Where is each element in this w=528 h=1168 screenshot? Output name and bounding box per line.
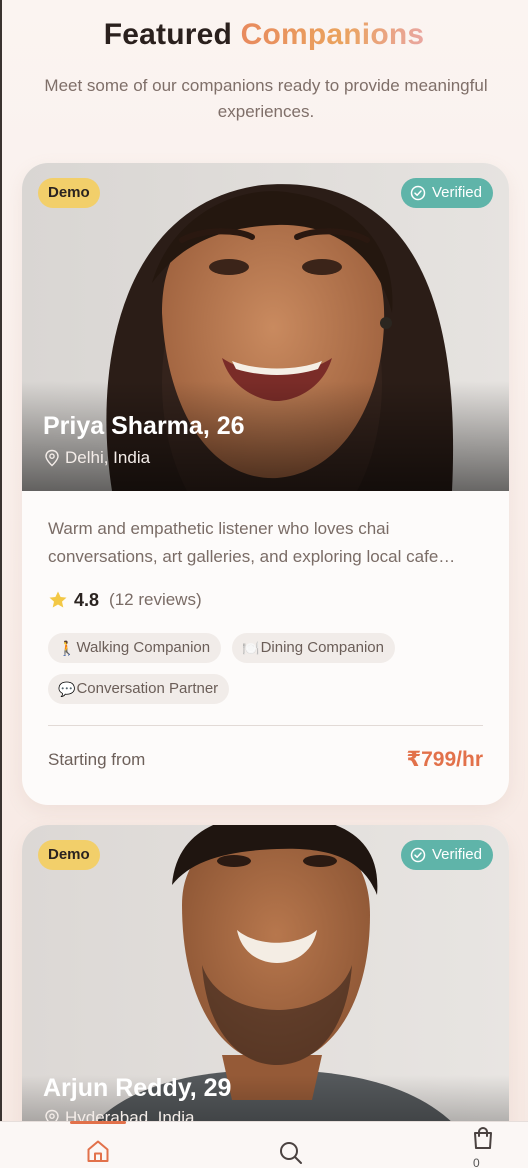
service-tags: 🚶 Walking Companion 🍽️ Dining Companion … xyxy=(48,633,488,704)
location-text: Delhi, India xyxy=(65,448,151,467)
rating-score: 4.8 xyxy=(74,589,100,610)
left-border xyxy=(0,0,2,1168)
bottom-nav: 0 xyxy=(0,1121,528,1168)
check-circle-icon xyxy=(410,185,426,201)
verified-label: Verified xyxy=(431,846,482,863)
location-pin-icon xyxy=(45,449,59,467)
bio-line: Warm and empathetic listener who loves c… xyxy=(48,519,390,538)
price-label: Starting from xyxy=(48,749,146,769)
verified-badge: Verified xyxy=(400,178,493,208)
page-subtitle: Meet some of our companions ready to pro… xyxy=(44,76,488,121)
plate-cutlery-icon: 🍽️ xyxy=(242,640,260,656)
tag-conversation-partner: 💬 Conversation Partner xyxy=(48,674,230,704)
home-icon xyxy=(87,1140,109,1162)
verified-label: Verified xyxy=(431,184,482,201)
companion-location: Delhi, India xyxy=(44,448,150,468)
companion-name: Arjun Reddy, 29 xyxy=(43,1074,232,1102)
tag-label: Conversation Partner xyxy=(76,680,219,697)
price-row: Starting from ₹799/hr xyxy=(48,747,483,772)
tag-label: Walking Companion xyxy=(76,639,211,656)
review-count[interactable]: (12 reviews) xyxy=(109,590,202,610)
price-value: ₹799/hr xyxy=(406,748,483,771)
companion-photo: Demo Verified Arjun Reddy, 29 Hyderabad,… xyxy=(22,825,509,1168)
verified-badge: Verified xyxy=(400,840,493,870)
star-icon xyxy=(49,591,67,608)
companion-card[interactable]: Demo Verified Arjun Reddy, 29 Hyderabad,… xyxy=(22,825,509,1168)
cart-icon xyxy=(474,1126,492,1149)
check-circle-icon xyxy=(410,847,426,863)
page-title: Featured Companions xyxy=(0,18,528,52)
companion-bio: Warm and empathetic listener who loves c… xyxy=(48,515,483,571)
title-companions: Companions xyxy=(240,18,425,51)
demo-badge: Demo xyxy=(38,840,100,870)
rating-row: 4.8 (12 reviews) xyxy=(48,587,483,613)
walking-person-icon: 🚶 xyxy=(58,640,76,656)
nav-cart[interactable]: 0 xyxy=(443,1122,523,1168)
search-icon xyxy=(280,1142,302,1164)
companion-card[interactable]: Demo Verified Priya Sharma, 26 Delhi, In… xyxy=(22,163,509,805)
bio-line: conversations, art galleries, and explor… xyxy=(48,547,456,566)
demo-badge: Demo xyxy=(38,178,100,208)
companion-photo: Demo Verified Priya Sharma, 26 Delhi, In… xyxy=(22,163,509,491)
tag-walking-companion: 🚶 Walking Companion xyxy=(48,633,222,663)
cart-count: 0 xyxy=(473,1156,480,1168)
tag-label: Dining Companion xyxy=(260,639,384,656)
active-indicator xyxy=(70,1121,126,1124)
nav-search[interactable] xyxy=(251,1122,331,1168)
speech-bubble-icon: 💬 xyxy=(58,681,76,697)
divider xyxy=(48,725,483,726)
title-featured: Featured xyxy=(103,18,233,51)
companion-name: Priya Sharma, 26 xyxy=(43,412,245,440)
tag-dining-companion: 🍽️ Dining Companion xyxy=(232,633,395,663)
nav-home[interactable] xyxy=(58,1121,138,1168)
